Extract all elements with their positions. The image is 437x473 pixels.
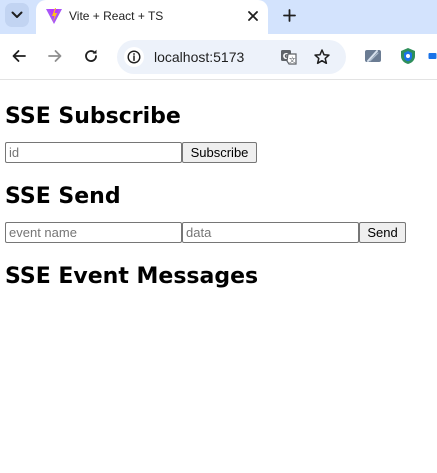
translate-button[interactable]: G 文	[279, 47, 299, 67]
forward-button[interactable]	[44, 45, 66, 67]
extension-button-1[interactable]	[362, 45, 384, 67]
extension-button-3[interactable]	[428, 45, 437, 67]
data-input[interactable]	[182, 222, 359, 243]
plus-icon	[282, 8, 296, 22]
tab-title: Vite + React + TS	[69, 9, 164, 23]
vite-logo-icon	[46, 8, 62, 24]
close-icon	[248, 11, 258, 21]
info-icon	[127, 50, 141, 64]
tab-strip: Vite + React + TS	[0, 0, 437, 34]
subscribe-row: Subscribe	[5, 142, 432, 163]
active-tab[interactable]: Vite + React + TS	[36, 0, 268, 34]
subscribe-heading: SSE Subscribe	[5, 104, 181, 129]
address-bar[interactable]: localhost:5173 G 文	[117, 40, 346, 74]
site-info-button[interactable]	[124, 47, 144, 67]
tab-search-button[interactable]	[5, 3, 29, 27]
send-heading: SSE Send	[5, 184, 121, 209]
close-tab-button[interactable]	[244, 7, 262, 25]
arrow-left-icon	[12, 50, 26, 62]
reload-button[interactable]	[80, 45, 102, 67]
extension-icon	[428, 53, 437, 59]
new-tab-button[interactable]	[278, 4, 300, 26]
arrow-right-icon	[48, 50, 62, 62]
chevron-down-icon	[11, 11, 23, 18]
reload-icon	[85, 49, 97, 62]
bookmark-star-button[interactable]	[312, 47, 332, 67]
subscribe-id-input[interactable]	[5, 142, 182, 163]
browser-toolbar: localhost:5173 G 文	[0, 34, 437, 80]
star-icon	[314, 49, 330, 65]
messages-heading: SSE Event Messages	[5, 264, 259, 289]
extension-shield-icon	[401, 48, 415, 64]
send-button[interactable]: Send	[359, 222, 406, 243]
back-button[interactable]	[8, 45, 30, 67]
subscribe-button[interactable]: Subscribe	[182, 142, 257, 163]
extension-feather-icon	[365, 50, 381, 62]
send-row: Send	[5, 222, 432, 243]
url-text[interactable]: localhost:5173	[154, 49, 244, 65]
event-name-input[interactable]	[5, 222, 182, 243]
page-content: SSE Subscribe Subscribe SSE Send Send SS…	[0, 104, 437, 289]
extension-button-2[interactable]	[397, 45, 419, 67]
translate-icon: G 文	[281, 50, 297, 65]
svg-text:文: 文	[289, 55, 296, 64]
